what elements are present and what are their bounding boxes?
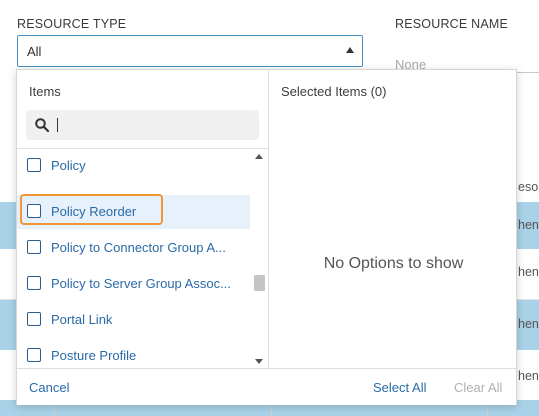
- scroll-down-icon[interactable]: [255, 359, 263, 364]
- list-item-policy[interactable]: Policy: [17, 149, 250, 183]
- table-cell: hent: [518, 265, 539, 279]
- resource-name-label: RESOURCE NAME: [395, 17, 509, 31]
- chevron-up-icon: [346, 47, 354, 53]
- scrollbar-thumb[interactable]: [254, 275, 265, 291]
- list-item-label: Policy to Server Group Assoc...: [51, 276, 231, 291]
- select-all-button[interactable]: Select All: [373, 380, 426, 395]
- resource-type-value: All: [27, 44, 42, 59]
- search-box[interactable]: [26, 110, 259, 140]
- selected-items-title: Selected Items (0): [281, 84, 387, 99]
- list-item-posture-profile[interactable]: Posture Profile: [17, 339, 250, 369]
- checkbox[interactable]: [27, 348, 41, 362]
- list-item-policy-to-server-group[interactable]: Policy to Server Group Assoc...: [17, 267, 250, 301]
- checkbox[interactable]: [27, 276, 41, 290]
- checkbox[interactable]: [27, 240, 41, 254]
- dropdown-footer: Cancel Select All Clear All: [17, 368, 516, 405]
- table-cell: hent: [518, 369, 539, 383]
- pane-divider: [268, 70, 269, 368]
- scroll-up-icon[interactable]: [255, 154, 263, 159]
- focus-ring: [20, 194, 163, 225]
- table-cell: hent: [518, 317, 539, 331]
- items-title: Items: [29, 84, 61, 99]
- resource-type-select[interactable]: All: [17, 35, 363, 67]
- list-item-label: Policy: [51, 158, 86, 173]
- resource-type-dropdown: Items Policy Policy Reorder Policy to Co…: [16, 69, 517, 405]
- list-item-policy-to-connector-group[interactable]: Policy to Connector Group A...: [17, 231, 250, 265]
- list-item-label: Portal Link: [51, 312, 113, 327]
- search-input[interactable]: [56, 115, 252, 135]
- list-item-label: Posture Profile: [51, 348, 137, 363]
- search-icon: [35, 118, 50, 133]
- list-item-label: Policy to Connector Group A...: [51, 240, 226, 255]
- items-list: Policy Policy Reorder Policy to Connecto…: [17, 148, 268, 369]
- checkbox[interactable]: [27, 158, 41, 172]
- resource-type-label: RESOURCE TYPE: [17, 17, 127, 31]
- list-item-portal-link[interactable]: Portal Link: [17, 303, 250, 337]
- table-cell: esour: [518, 180, 539, 194]
- clear-all-button[interactable]: Clear All: [454, 380, 502, 395]
- items-pane: Items Policy Policy Reorder Policy to Co…: [17, 70, 268, 368]
- checkbox[interactable]: [27, 312, 41, 326]
- text-cursor: [57, 118, 58, 132]
- table-cell: hent: [518, 218, 539, 232]
- cancel-button[interactable]: Cancel: [29, 380, 69, 395]
- empty-message: No Options to show: [323, 255, 464, 272]
- scrollbar[interactable]: [252, 150, 266, 368]
